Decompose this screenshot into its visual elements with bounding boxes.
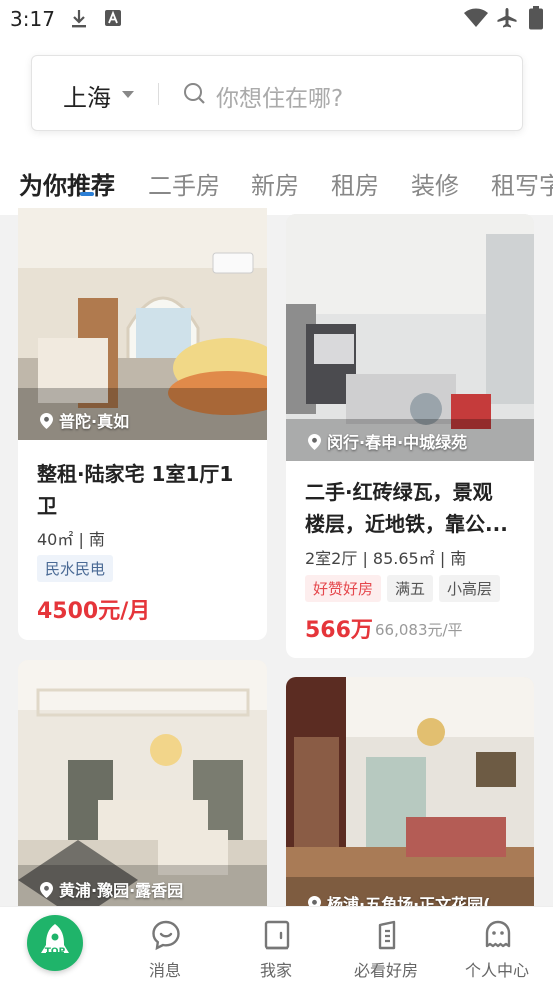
listing-price: 4500元/月 [37,599,151,624]
city-selector[interactable]: 上海 [63,78,111,113]
listing-title-line: 整租·陆家宅 1室1厅1 [37,462,234,486]
tab-second-hand[interactable]: 二手房 [148,166,220,201]
listing-tag: 满五 [387,575,434,602]
listing-card[interactable]: 闵行·春申·中城绿苑 二手·红砖绿瓦，景观 楼层，近地铁，靠公... 2室2厅 … [286,214,534,658]
listing-tag: 好赞好房 [305,575,382,602]
nav-label: 个人中心 [464,961,529,980]
listing-location: 黄浦·豫园·露香园 [40,877,183,902]
tab-recommended[interactable]: 为你推荐 [19,166,115,201]
status-time: 3:17 [10,7,55,31]
listing-title-line: 卫 [37,494,57,518]
listing-location: 闵行·春申·中城绿苑 [308,429,467,454]
wifi-icon [463,8,489,32]
nav-label: 我家 [259,961,292,980]
back-to-top-button[interactable]: TOP [27,915,83,971]
listing-price: 566万 [305,618,373,643]
nav-my-home[interactable]: 我家 [221,907,331,984]
listing-location: 普陀·真如 [40,408,129,433]
tab-renovation[interactable]: 装修 [411,166,459,201]
listing-specs: 40㎡ | 南 [37,530,105,549]
location-text: 普陀·真如 [59,412,130,431]
listing-photo [286,677,534,922]
listing-photo [18,208,267,440]
listing-photo [286,214,534,461]
message-icon [150,919,182,955]
listing-specs: 2室2厅 | 85.65㎡ | 南 [305,549,467,568]
listing-tag: 小高层 [439,575,501,602]
location-pin-icon [40,413,53,433]
search-divider [158,83,159,105]
listing-title: 整租·陆家宅 1室1厅1 卫 [37,458,233,522]
battery-icon [529,6,543,34]
category-tabs: 为你推荐 二手房 新房 租房 装修 租写字 [0,160,553,210]
tab-rental[interactable]: 租房 [331,166,379,201]
a-notification-icon [105,9,121,31]
location-pin-icon [308,434,321,454]
top-label: TOP [44,947,66,957]
nav-must-see[interactable]: 必看好房 [331,907,441,984]
location-pin-icon [40,882,53,902]
tab-office-rental[interactable]: 租写字 [491,166,553,201]
home-icon [261,919,293,955]
airplane-mode-icon [496,7,518,33]
listing-card[interactable]: 杨浦·五角场·正文花园( [286,677,534,922]
location-text: 闵行·春申·中城绿苑 [327,433,468,452]
search-bar[interactable]: 上海 你想住在哪? [31,55,523,131]
nav-messages[interactable]: 消息 [110,907,220,984]
nav-label: 消息 [148,961,181,980]
listing-tag: 民水民电 [37,555,114,582]
listing-card[interactable]: 普陀·真如 整租·陆家宅 1室1厅1 卫 40㎡ | 南 民水民电 4500元/… [18,208,267,640]
status-bar: 3:17 [0,0,553,38]
profile-icon [482,919,514,955]
caret-down-icon[interactable] [122,91,134,98]
must-see-icon [371,919,403,955]
search-icon [183,82,207,110]
tab-new-homes[interactable]: 新房 [251,166,299,201]
rocket-icon [27,915,83,975]
nav-profile[interactable]: 个人中心 [442,907,552,984]
listing-title-line: 二手·红砖绿瓦，景观 [305,480,493,504]
listing-card[interactable]: 黄浦·豫园·露香园 [18,660,267,920]
listing-unit-price: 66,083元/平 [375,621,463,639]
search-input[interactable]: 你想住在哪? [216,79,343,113]
download-icon [70,9,88,33]
active-tab-indicator [80,192,94,196]
location-text: 黄浦·豫园·露香园 [59,881,184,900]
listing-title-line: 楼层，近地铁，靠公... [305,512,508,536]
listing-title: 二手·红砖绿瓦，景观 楼层，近地铁，靠公... [305,476,508,540]
nav-label: 必看好房 [353,961,418,980]
